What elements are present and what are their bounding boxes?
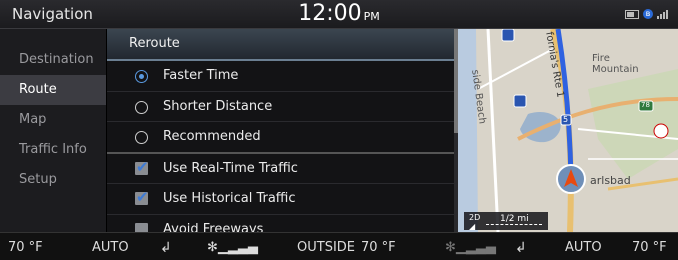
radio-icon[interactable]	[135, 100, 148, 114]
menu-item-destination[interactable]: Destination	[0, 45, 106, 75]
option-recommended[interactable]: Recommended	[107, 122, 454, 154]
clock-time: 12:00	[298, 1, 362, 26]
status-bar: Navigation 12:00 PM ʙ	[0, 0, 678, 29]
map-scale[interactable]: 2D 1/2 mi ◢	[464, 212, 548, 231]
coastal-street	[486, 29, 500, 232]
signal-icon	[657, 9, 668, 19]
checkbox-checked-icon[interactable]	[135, 153, 149, 182]
checkbox-checked-icon[interactable]	[135, 183, 149, 213]
menu-item-traffic-info[interactable]: Traffic Info	[0, 135, 106, 165]
fan-speed-icon: ✻▁▂▃▄	[445, 240, 496, 255]
outside-temperature: 70 °F	[361, 240, 396, 255]
right-temperature[interactable]: 70 °F	[632, 240, 667, 255]
climate-bar: 70 °F AUTO ↲ ✻▁▂▃▄ OUTSIDE 70 °F ✻▁▂▃▄ ↲…	[0, 232, 678, 260]
option-label: Use Real-Time Traffic	[163, 160, 298, 176]
view-mode-label: 2D	[469, 213, 481, 222]
gas-station-poi	[653, 123, 669, 139]
infotainment-screen: Navigation 12:00 PM ʙ Destination Route M…	[0, 0, 678, 260]
option-faster-time[interactable]: Faster Time	[107, 61, 454, 92]
map-view[interactable]: Fire Mountain arlsbad side Beach fornia'…	[458, 29, 678, 232]
scale-bar	[486, 224, 542, 226]
left-climate-mode[interactable]: AUTO	[92, 240, 129, 255]
menu-item-map[interactable]: Map	[0, 105, 106, 135]
ocean-area	[458, 29, 478, 232]
interstate-number: 5	[563, 115, 569, 124]
option-avoid-freeways[interactable]: Avoid Freeways	[107, 215, 454, 233]
option-shorter-distance[interactable]: Shorter Distance	[107, 92, 454, 122]
menu-item-route[interactable]: Route	[0, 75, 106, 105]
clock: 12:00 PM	[0, 1, 678, 26]
option-label: Faster Time	[163, 68, 239, 83]
checkbox-icon[interactable]	[135, 222, 148, 232]
map-graphic	[458, 29, 678, 232]
outside-label: OUTSIDE	[297, 240, 355, 255]
option-real-time-traffic[interactable]: Use Real-Time Traffic	[107, 153, 454, 184]
reroute-header: Reroute	[107, 29, 454, 61]
left-temperature[interactable]: 70 °F	[8, 240, 43, 255]
radio-icon[interactable]	[135, 131, 148, 144]
right-climate-mode[interactable]: AUTO	[565, 240, 602, 255]
compass-icon: ◢	[469, 222, 476, 231]
route-number: 78	[641, 101, 650, 109]
airflow-icon: ↲	[160, 240, 172, 256]
airflow-icon: ↲	[515, 240, 527, 256]
park-area	[588, 69, 678, 179]
battery-icon	[625, 9, 639, 19]
option-label: Recommended	[163, 129, 261, 144]
map-label-fire-mountain: Fire Mountain	[592, 53, 639, 75]
left-menu: Destination Route Map Traffic Info Setup	[0, 29, 106, 232]
parking-poi	[501, 29, 515, 42]
parking-poi	[513, 94, 527, 108]
clock-ampm: PM	[363, 10, 380, 23]
bluetooth-icon: ʙ	[643, 9, 653, 19]
fan-speed-icon: ✻▁▂▃▄	[207, 240, 258, 255]
map-label-carlsbad: arlsbad	[590, 174, 631, 187]
option-label: Shorter Distance	[163, 98, 273, 114]
radio-selected-icon[interactable]	[135, 70, 148, 83]
option-label: Avoid Freeways	[163, 221, 264, 233]
option-label: Use Historical Traffic	[163, 191, 296, 206]
option-historical-traffic[interactable]: Use Historical Traffic	[107, 183, 454, 215]
menu-item-setup[interactable]: Setup	[0, 165, 106, 195]
scale-label: 1/2 mi	[500, 214, 529, 224]
reroute-panel: Reroute Faster Time Shorter Distance Rec…	[107, 29, 454, 232]
status-icons: ʙ	[625, 9, 668, 19]
